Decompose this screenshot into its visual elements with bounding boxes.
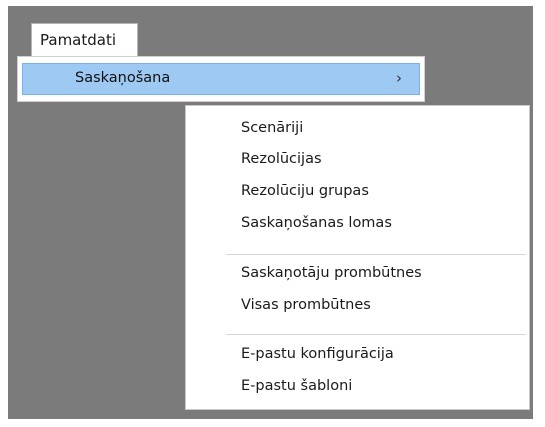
menu-item-label: Rezolūciju grupas xyxy=(241,183,369,199)
menu-item-label: Saskaņotāju prombūtnes xyxy=(241,265,422,281)
menu-item-label: E-pastu šabloni xyxy=(241,378,353,394)
menu-item-label: Visas prombūtnes xyxy=(241,297,371,313)
screen: Pamatdati Saskaņošana › Scenāriji Rezolū… xyxy=(0,0,545,427)
menu-separator xyxy=(226,254,526,255)
menu-item-visas-prombutnes[interactable]: Visas prombūtnes xyxy=(188,291,526,321)
menu-item-label: Scenāriji xyxy=(241,120,304,136)
menu-item-rezoluciju-grupas[interactable]: Rezolūciju grupas xyxy=(188,177,526,207)
menu-separator xyxy=(226,334,526,335)
menu-item-label: E-pastu konfigurācija xyxy=(241,346,394,362)
menu-item-saskanosana-label: Saskaņošana xyxy=(75,70,171,86)
menu-item-label: Saskaņošanas lomas xyxy=(241,215,392,231)
submenu-saskanosana: Scenāriji Rezolūcijas Rezolūciju grupas … xyxy=(185,105,530,410)
menu-item-saskanosanas-lomas[interactable]: Saskaņošanas lomas xyxy=(188,209,526,239)
menu-item-saskanosana[interactable]: Saskaņošana › xyxy=(22,63,420,95)
menu-item-e-pastu-konfiguracija[interactable]: E-pastu konfigurācija xyxy=(188,340,526,370)
menu-item-label: Rezolūcijas xyxy=(241,151,322,167)
menu-pamatdati-label: Pamatdati xyxy=(40,31,117,49)
chevron-right-icon: › xyxy=(396,69,402,87)
menu-pamatdati[interactable]: Pamatdati xyxy=(31,23,138,56)
menu-item-scenariji[interactable]: Scenāriji xyxy=(188,114,526,144)
menu-item-e-pastu-sabloni[interactable]: E-pastu šabloni xyxy=(188,372,526,402)
menu-item-saskanotaju-prombutnes[interactable]: Saskaņotāju prombūtnes xyxy=(188,259,526,289)
dropdown-menu: Saskaņošana › xyxy=(17,56,425,102)
menu-item-rezolucijas[interactable]: Rezolūcijas xyxy=(188,145,526,175)
